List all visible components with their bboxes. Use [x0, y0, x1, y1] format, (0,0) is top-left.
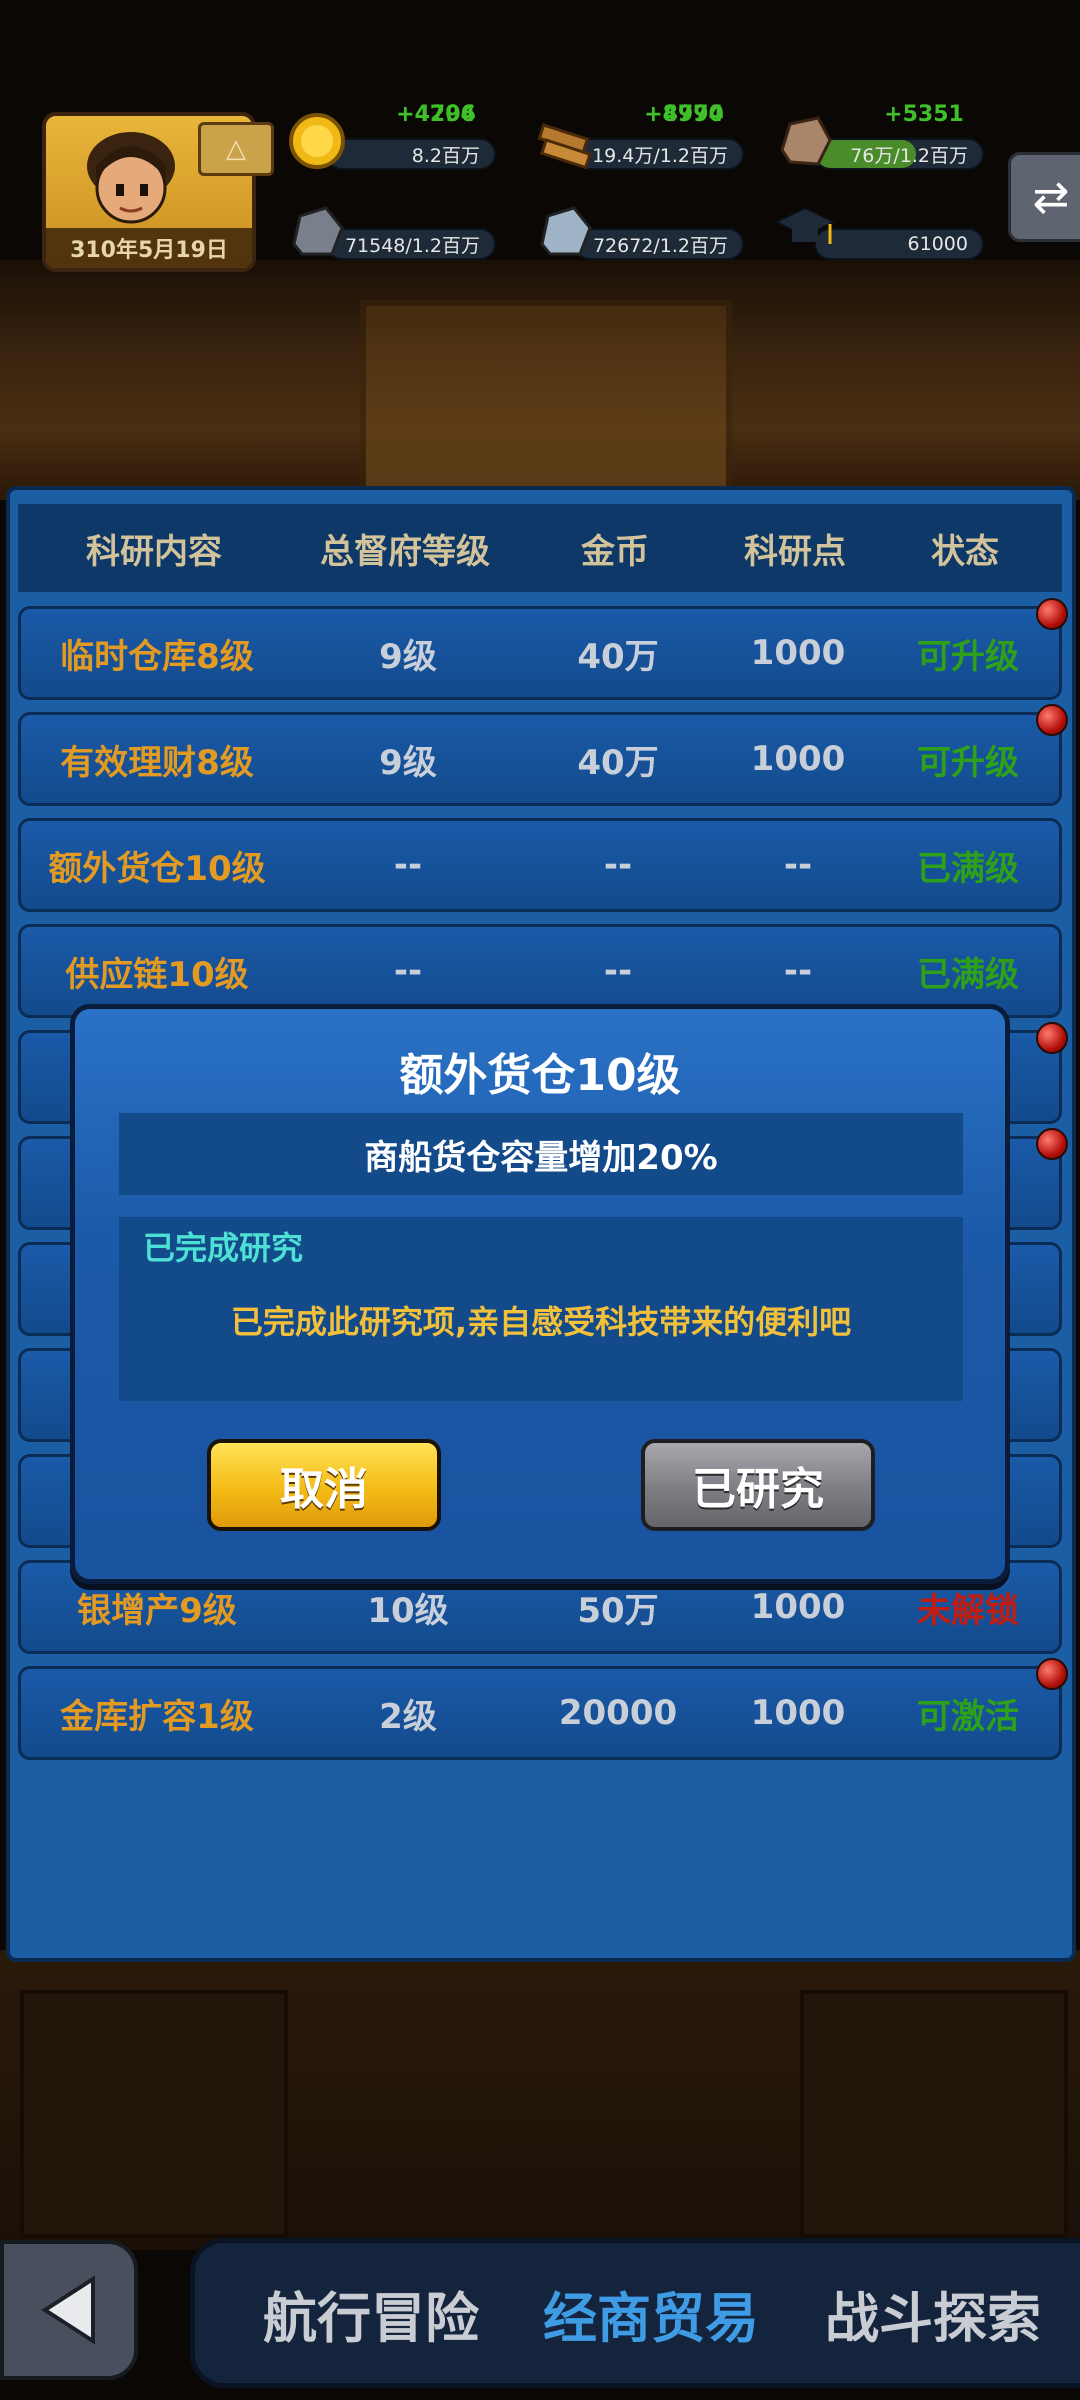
row-name: 有效理财8级 — [60, 742, 254, 783]
researched-button[interactable]: 已研究 — [641, 1439, 875, 1531]
header-gold: 金币 — [581, 531, 649, 572]
row-status: 已满级 — [917, 954, 1019, 995]
resource-silver[interactable]: 72672/1.2百万 +4794 — [534, 102, 754, 260]
dialog-description-text: 商船货仓容量增加20% — [364, 1137, 718, 1178]
iron-ore-icon — [292, 206, 344, 256]
row-points: -- — [783, 951, 813, 991]
table-row[interactable]: 金库扩容1级 2级 20000 1000 可激活 — [18, 1666, 1062, 1760]
row-name: 金库扩容1级 — [60, 1696, 254, 1737]
row-name: 额外货仓10级 — [48, 848, 266, 889]
dialog-status-title: 已完成研究 — [143, 1229, 304, 1267]
resource-amount: 61000 — [907, 233, 968, 255]
background-shelf — [800, 1990, 1068, 2238]
dialog-title: 额外货仓10级 — [399, 1050, 681, 1101]
header-research-points: 科研点 — [744, 531, 846, 572]
row-level: 9级 — [379, 742, 437, 783]
background-bottom — [0, 1950, 1080, 2250]
row-level: 9级 — [379, 636, 437, 677]
resource-amount: 8.2百万 — [411, 144, 480, 167]
notification-dot — [1036, 1022, 1068, 1054]
notification-dot — [1036, 598, 1068, 630]
resource-stone[interactable]: 76万/1.2百万 +5351 — [774, 102, 994, 170]
row-status: 可升级 — [917, 742, 1019, 783]
row-status: 未解锁 — [917, 1590, 1019, 1631]
resource-gain: +5351 — [884, 102, 964, 127]
back-button[interactable] — [0, 2240, 138, 2380]
resource-gain: +4794 — [644, 102, 724, 127]
swap-arrows-icon: ⇄ — [1032, 171, 1070, 223]
header-research-content: 科研内容 — [86, 531, 222, 572]
resource-amount: 76万/1.2百万 — [850, 144, 968, 167]
game-date: 310年5月19日 — [46, 228, 252, 268]
table-row[interactable]: 临时仓库8级 9级 40万 1000 可升级 — [18, 606, 1062, 700]
row-name: 供应链10级 — [65, 954, 249, 995]
row-gold: 20000 — [558, 1693, 678, 1733]
resource-amount: 72672/1.2百万 — [592, 234, 728, 257]
row-points: 1000 — [750, 1693, 846, 1733]
background-shelf — [20, 1990, 288, 2238]
row-gold: 40万 — [577, 742, 659, 783]
tab-battle-exploration[interactable]: 战斗探索 — [798, 2268, 1068, 2358]
row-status: 已满级 — [917, 848, 1019, 889]
wood-icon — [537, 123, 592, 170]
notification-dot — [1036, 1128, 1068, 1160]
cancel-button[interactable]: 取消 — [207, 1439, 441, 1531]
background-window — [360, 300, 732, 492]
header-status: 状态 — [931, 531, 999, 572]
row-gold: 50万 — [577, 1590, 659, 1631]
gold-coin-icon — [289, 113, 345, 169]
row-name: 银增产9级 — [77, 1590, 237, 1631]
stone-icon — [780, 116, 832, 166]
tab-trade[interactable]: 经商贸易 — [516, 2268, 786, 2358]
row-level: -- — [393, 951, 423, 991]
resource-iron[interactable]: 71548/1.2百万 +4794 — [286, 102, 506, 260]
dialog-status-text: 已完成此研究项,亲自感受科技带来的便利吧 — [230, 1303, 852, 1341]
row-status: 可升级 — [917, 636, 1019, 677]
resource-amount-pill: 8.2百万 — [326, 138, 496, 170]
table-header: 科研内容 总督府等级 金币 科研点 状态 — [18, 504, 1062, 592]
row-level: -- — [393, 845, 423, 885]
resource-amount-pill: 71548/1.2百万 — [326, 228, 496, 260]
table-row[interactable]: 有效理财8级 9级 40万 1000 可升级 — [18, 712, 1062, 806]
row-gold: -- — [603, 951, 633, 991]
swap-arrows-button[interactable]: ⇄ — [1008, 152, 1080, 242]
dialog-description: 商船货仓容量增加20% — [119, 1113, 963, 1195]
dialog-status-box: 已完成研究 已完成此研究项,亲自感受科技带来的便利吧 — [119, 1217, 963, 1401]
resource-amount: 71548/1.2百万 — [344, 234, 480, 257]
resource-amount-pill: 61000 — [814, 228, 984, 260]
top-resource-bar: 310年5月19日 △ 8.2百万 +4206 19.4万/1.2百万 +897… — [0, 0, 1080, 280]
row-name: 临时仓库8级 — [60, 636, 254, 677]
resource-amount: 19.4万/1.2百万 — [592, 144, 728, 167]
row-gold: 40万 — [577, 636, 659, 677]
table-row[interactable]: 额外货仓10级 -- -- -- 已满级 — [18, 818, 1062, 912]
silver-ore-icon — [540, 206, 592, 256]
notification-dot — [1036, 704, 1068, 736]
resource-amount-pill: 72672/1.2百万 — [574, 228, 744, 260]
row-level: 10级 — [367, 1590, 449, 1631]
resource-research-points[interactable]: 61000 — [774, 200, 994, 260]
graduation-cap-icon — [774, 206, 836, 244]
row-points: -- — [783, 845, 813, 885]
resource-amount-pill: 76万/1.2百万 — [814, 138, 984, 170]
row-level: 2级 — [379, 1696, 437, 1737]
back-arrow-icon — [41, 2275, 95, 2345]
header-governor-level: 总督府等级 — [320, 531, 490, 572]
research-detail-dialog: 额外货仓10级 商船货仓容量增加20% 已完成研究 已完成此研究项,亲自感受科技… — [70, 1004, 1010, 1584]
row-status: 可激活 — [917, 1696, 1019, 1737]
rank-badge[interactable]: △ — [198, 122, 274, 176]
row-points: 1000 — [750, 633, 846, 673]
row-points: 1000 — [750, 739, 846, 779]
row-points: 1000 — [750, 1587, 846, 1627]
row-gold: -- — [603, 845, 633, 885]
resource-gain: +4794 — [396, 102, 476, 127]
resource-amount-pill: 19.4万/1.2百万 — [574, 138, 744, 170]
notification-dot — [1036, 1658, 1068, 1690]
triangle-icon: △ — [226, 134, 246, 164]
avatar-face-icon — [87, 132, 175, 224]
tab-sailing-adventure[interactable]: 航行冒险 — [236, 2268, 506, 2358]
